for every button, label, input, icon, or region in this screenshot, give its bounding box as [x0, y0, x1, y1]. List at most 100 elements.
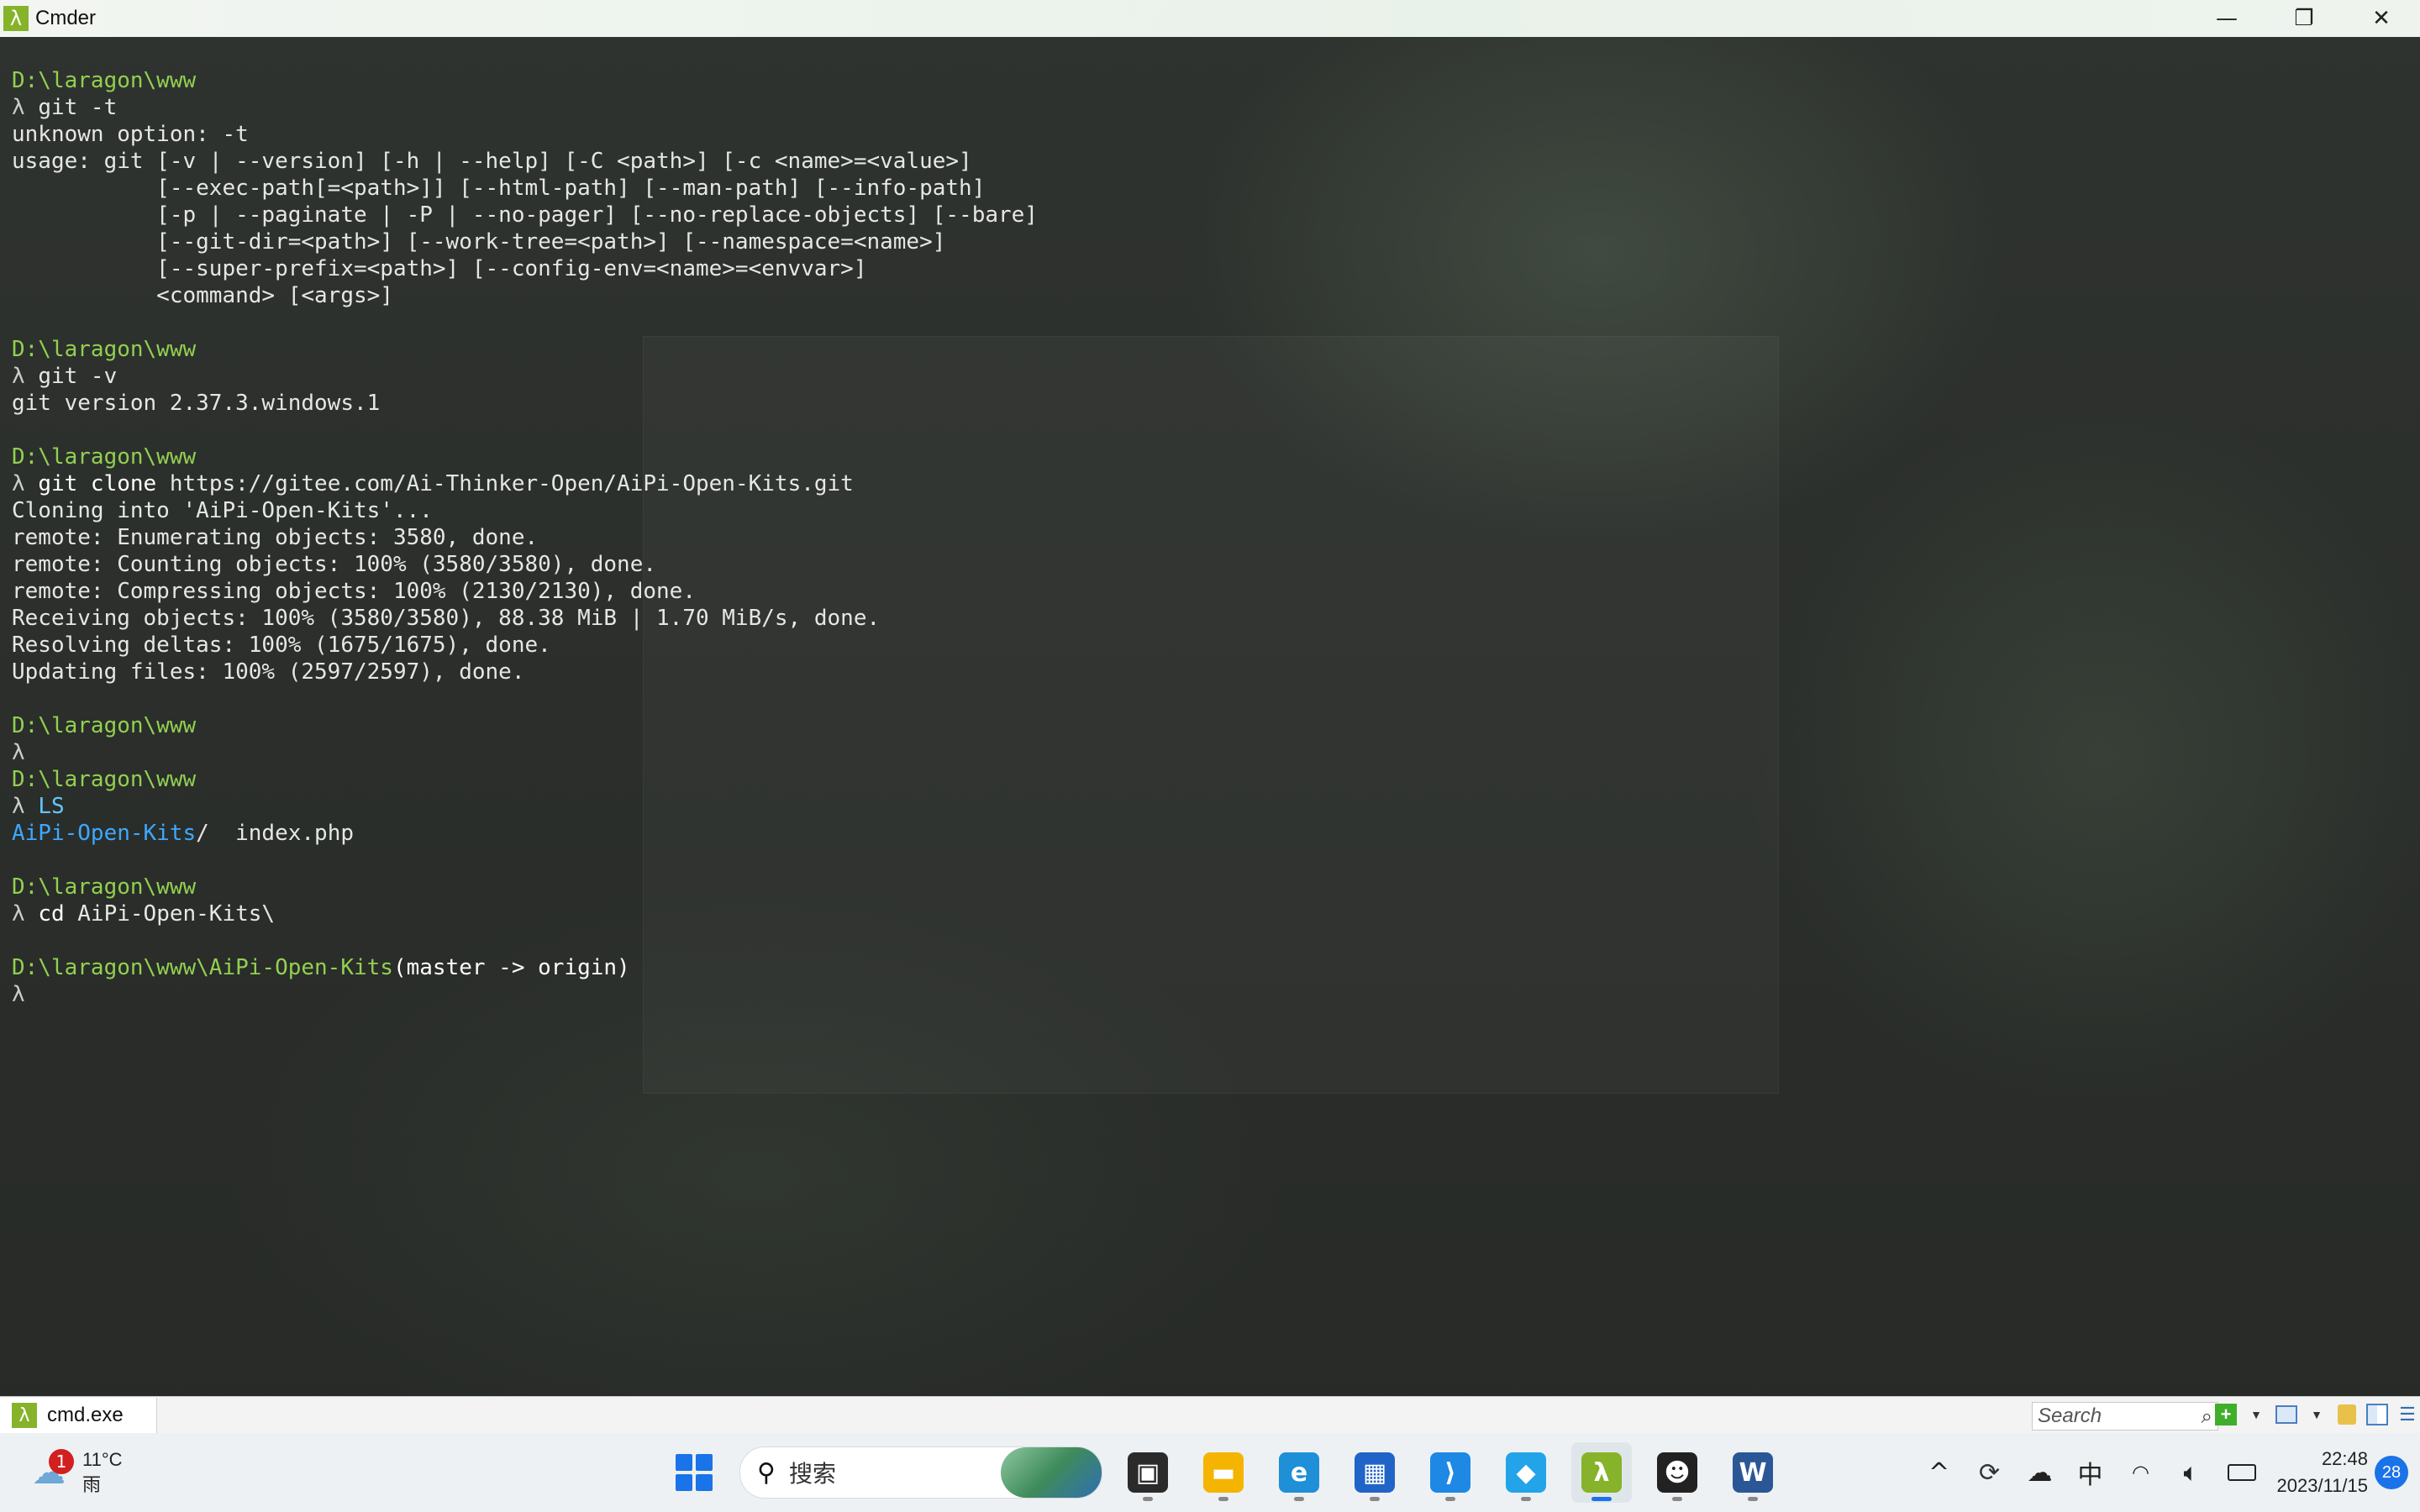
terminal-line: Resolving deltas: 100% (1675/1675), done…	[12, 632, 2420, 659]
running-indicator	[1521, 1497, 1531, 1501]
restore-button[interactable]: ❐	[2265, 0, 2343, 37]
file-explorer-icon: ▬	[1203, 1452, 1244, 1493]
prompt-lambda: λ	[12, 471, 39, 496]
lock-icon[interactable]	[2334, 1400, 2360, 1429]
terminal-line: D:\laragon\www	[12, 444, 2420, 470]
terminal-text: [--exec-path[=<path>]] [--html-path] [--…	[12, 176, 986, 201]
prompt-path: D:\laragon\www	[12, 68, 197, 93]
taskbar-app-task-view[interactable]: ▣	[1118, 1442, 1178, 1503]
cmder-search-input[interactable]: Search ⌕	[2032, 1402, 2218, 1431]
dropdown-arrow-icon[interactable]: ▼	[2244, 1400, 2269, 1429]
edge-browser-icon: e	[1279, 1452, 1319, 1493]
tab-list-icon[interactable]	[2274, 1400, 2299, 1429]
taskbar-app-chat-app[interactable]: ◆	[1496, 1442, 1556, 1503]
windows-logo-icon	[676, 1454, 713, 1491]
search-icon[interactable]: ⌕	[2202, 1404, 2212, 1428]
menu-icon[interactable]: ☰	[2395, 1400, 2420, 1429]
weather-temperature: 11°C	[82, 1449, 123, 1470]
cmder-lambda-icon: λ	[3, 6, 29, 31]
terminal-line: [--super-prefix=<path>] [--config-env=<n…	[12, 255, 2420, 282]
minimize-button[interactable]: —	[2188, 0, 2265, 37]
running-indicator	[1672, 1497, 1682, 1501]
terminal-text: cd	[38, 901, 65, 927]
terminal-text: Resolving deltas: 100% (1675/1675), done…	[12, 633, 551, 658]
terminal-line: git version 2.37.3.windows.1	[12, 390, 2420, 417]
clock-date: 2023/11/15	[2276, 1475, 2368, 1496]
terminal-text: <command> [<args>]	[12, 283, 393, 308]
prompt-path: D:\laragon\www	[12, 713, 197, 738]
terminal-text: [-p | --paginate | -P | --no-pager] [--n…	[12, 202, 1038, 228]
cmder-lambda-icon: λ	[12, 1403, 37, 1428]
microsoft-store-icon: ▦	[1355, 1452, 1395, 1493]
console-tab[interactable]: λ cmd.exe	[0, 1398, 157, 1433]
weather-text: 11°C 雨	[82, 1447, 123, 1498]
terminal-text: unknown option: -t	[12, 122, 249, 147]
running-indicator	[1748, 1497, 1758, 1501]
terminal-text: git clone	[38, 471, 157, 496]
terminal-line: λ git -v	[12, 363, 2420, 390]
console-tab-label: cmd.exe	[47, 1404, 124, 1426]
dropdown-arrow-icon[interactable]: ▼	[2304, 1400, 2329, 1429]
system-clock[interactable]: 22:48 2023/11/15	[2277, 1446, 2368, 1499]
rain-cloud-icon: ☁ 1	[25, 1449, 74, 1496]
show-hidden-icons-chevron[interactable]: ^	[1914, 1447, 1965, 1498]
battery-icon[interactable]	[2217, 1447, 2267, 1498]
windows-taskbar: ☁ 1 11°C 雨 ⚲ 搜索 ▣ ▬ e ▦ ⟩ ◆ λ ☻ W ^ ⟳ ☁ 中 ◠ 🔈︎ 2…	[0, 1433, 2420, 1512]
wifi-icon[interactable]: ◠	[2116, 1447, 2166, 1498]
onedrive-offline-icon[interactable]: ☁	[2015, 1447, 2065, 1498]
running-indicator	[1218, 1497, 1228, 1501]
terminal-text: git -v	[38, 364, 118, 389]
terminal-text: https://gitee.com/Ai-Thinker-Open/AiPi-O…	[156, 471, 854, 496]
sync-icon[interactable]: ⟳	[1965, 1447, 2015, 1498]
taskbar-app-file-explorer[interactable]: ▬	[1193, 1442, 1254, 1503]
terminal-line: [--exec-path[=<path>]] [--html-path] [--…	[12, 175, 2420, 202]
taskbar-app-word[interactable]: W	[1723, 1442, 1783, 1503]
taskbar-app-edge-browser[interactable]: e	[1269, 1442, 1329, 1503]
word-icon: W	[1733, 1452, 1773, 1493]
taskbar-app-vscode[interactable]: ⟩	[1420, 1442, 1481, 1503]
new-console-icon[interactable]: +	[2213, 1400, 2238, 1429]
terminal-line: D:\laragon\www\AiPi-Open-Kits(master -> …	[12, 954, 2420, 981]
input-method-indicator[interactable]: 中	[2065, 1447, 2116, 1498]
cmder-icon: λ	[1581, 1452, 1622, 1493]
terminal-text: remote: Compressing objects: 100% (2130/…	[12, 579, 696, 604]
prompt-path: D:\laragon\www	[12, 444, 197, 470]
search-placeholder: Search	[2038, 1404, 2102, 1427]
terminal-line: remote: Compressing objects: 100% (2130/…	[12, 578, 2420, 605]
terminal-line: remote: Enumerating objects: 3580, done.	[12, 524, 2420, 551]
terminal-line: λ LS	[12, 793, 2420, 820]
taskbar-app-microsoft-store[interactable]: ▦	[1344, 1442, 1405, 1503]
taskbar-app-qq[interactable]: ☻	[1647, 1442, 1707, 1503]
window-controls: — ❐ ✕	[2188, 0, 2420, 37]
terminal-output[interactable]: D:\laragon\www λ git -t unknown option: -t…	[0, 37, 2420, 1396]
notification-count-badge[interactable]: 28	[2375, 1456, 2408, 1489]
taskbar-search-box[interactable]: ⚲ 搜索	[739, 1446, 1102, 1499]
terminal-line: Receiving objects: 100% (3580/3580), 88.…	[12, 605, 2420, 632]
start-button[interactable]	[664, 1442, 724, 1503]
volume-icon[interactable]: 🔈︎	[2166, 1447, 2217, 1498]
terminal-text: [--super-prefix=<path>] [--config-env=<n…	[12, 256, 867, 281]
terminal-text: [--git-dir=<path>] [--work-tree=<path>] …	[12, 229, 946, 255]
terminal-text: git -t	[38, 95, 118, 120]
window-titlebar[interactable]: λ Cmder — ❐ ✕	[0, 0, 2420, 37]
terminal-line: [--git-dir=<path>] [--work-tree=<path>] …	[12, 228, 2420, 255]
terminal-line: Updating files: 100% (2597/2597), done.	[12, 659, 2420, 685]
terminal-line: AiPi-Open-Kits/ index.php	[12, 820, 2420, 847]
split-view-icon[interactable]	[2365, 1400, 2390, 1429]
terminal-line: λ	[12, 981, 2420, 1008]
prompt-lambda: λ	[12, 95, 39, 120]
taskbar-app-cmder[interactable]: λ	[1571, 1442, 1632, 1503]
cmder-tab-bar: λ cmd.exe Search ⌕ + ▼ ▼ ☰	[0, 1396, 2420, 1434]
prompt-path: D:\laragon\www	[12, 767, 197, 792]
cmder-toolbar: + ▼ ▼ ☰	[2213, 1400, 2420, 1429]
terminal-line: usage: git [-v | --version] [-h | --help…	[12, 148, 2420, 175]
weather-widget[interactable]: ☁ 1 11°C 雨	[25, 1445, 160, 1500]
terminal-text: LS	[38, 794, 65, 819]
terminal-line: <command> [<args>]	[12, 282, 2420, 309]
close-button[interactable]: ✕	[2343, 0, 2420, 37]
